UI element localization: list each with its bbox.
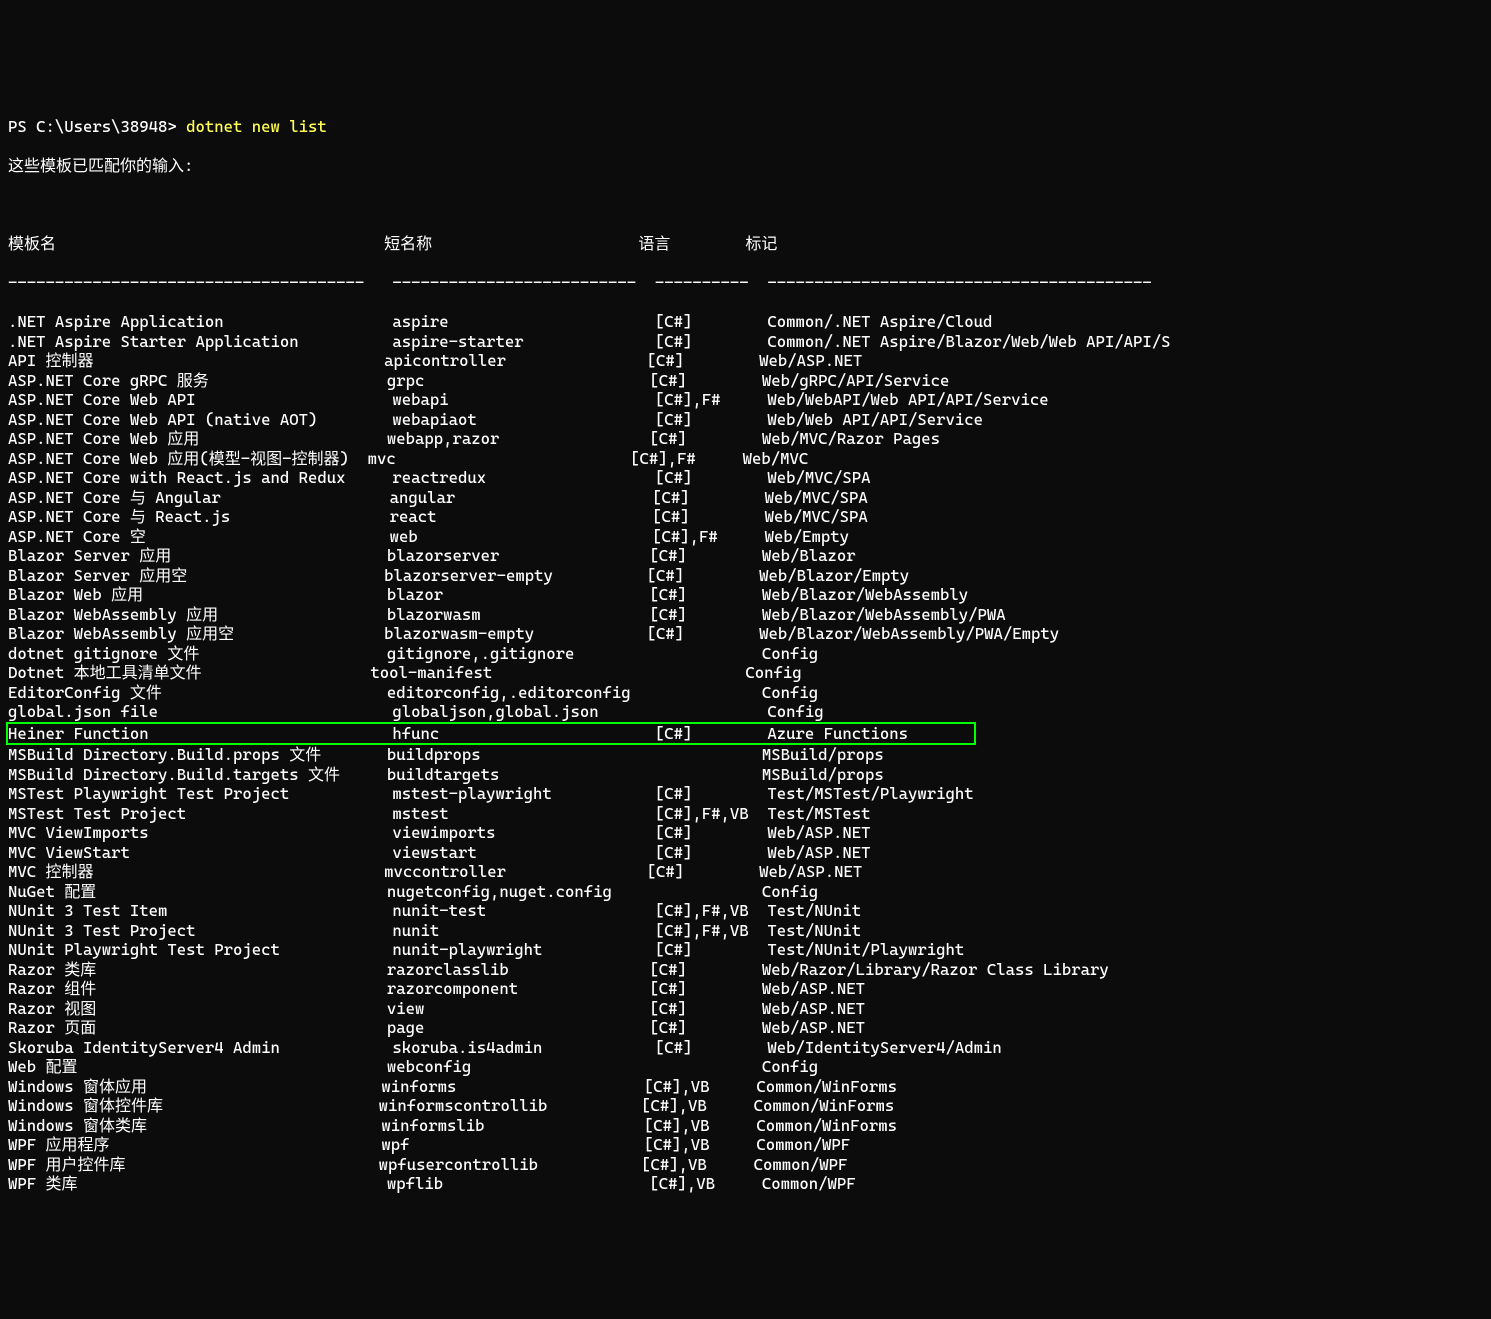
template-row: NUnit 3 Test Project nunit [C#],F#,VB Te… [8, 921, 1483, 941]
template-row: ASP.NET Core gRPC 服务 grpc [C#] Web/gRPC/… [8, 371, 1483, 391]
template-row: global.json file globaljson,global.json … [8, 702, 1483, 722]
template-row: WPF 应用程序 wpf [C#],VB Common/WPF [8, 1135, 1483, 1155]
template-row: Windows 窗体类库 winformslib [C#],VB Common/… [8, 1116, 1483, 1136]
template-row: MSBuild Directory.Build.props 文件 buildpr… [8, 745, 1483, 765]
prompt-prefix: PS C:\Users\38948> [8, 117, 186, 136]
template-row: API 控制器 apicontroller [C#] Web/ASP.NET [8, 351, 1483, 371]
template-row: Skoruba IdentityServer4 Admin skoruba.is… [8, 1038, 1483, 1058]
template-row: MVC ViewStart viewstart [C#] Web/ASP.NET [8, 843, 1483, 863]
template-row: Web 配置 webconfig Config [8, 1057, 1483, 1077]
template-row: MSTest Test Project mstest [C#],F#,VB Te… [8, 804, 1483, 824]
template-row: MSBuild Directory.Build.targets 文件 build… [8, 765, 1483, 785]
template-row-highlighted: Heiner Function hfunc [C#] Azure Functio… [6, 722, 976, 746]
command-text: dotnet new list [186, 117, 327, 136]
template-row: ASP.NET Core Web API (native AOT) webapi… [8, 410, 1483, 430]
template-row: ASP.NET Core Web 应用 webapp,razor [C#] We… [8, 429, 1483, 449]
template-row: MVC 控制器 mvccontroller [C#] Web/ASP.NET [8, 862, 1483, 882]
template-row: .NET Aspire Application aspire [C#] Comm… [8, 312, 1483, 332]
template-row: Razor 页面 page [C#] Web/ASP.NET [8, 1018, 1483, 1038]
template-row: Windows 窗体控件库 winformscontrollib [C#],VB… [8, 1096, 1483, 1116]
template-rows: .NET Aspire Application aspire [C#] Comm… [8, 312, 1483, 1194]
template-row: Windows 窗体应用 winforms [C#],VB Common/Win… [8, 1077, 1483, 1097]
template-row: Dotnet 本地工具清单文件 tool-manifest Config [8, 663, 1483, 683]
template-row: MVC ViewImports viewimports [C#] Web/ASP… [8, 823, 1483, 843]
template-row: WPF 用户控件库 wpfusercontrollib [C#],VB Comm… [8, 1155, 1483, 1175]
prompt-line: PS C:\Users\38948> dotnet new list [8, 117, 1483, 137]
template-row: NUnit Playwright Test Project nunit-play… [8, 940, 1483, 960]
template-row: EditorConfig 文件 editorconfig,.editorconf… [8, 683, 1483, 703]
template-row: Razor 类库 razorclasslib [C#] Web/Razor/Li… [8, 960, 1483, 980]
template-row: dotnet gitignore 文件 gitignore,.gitignore… [8, 644, 1483, 664]
template-row: MSTest Playwright Test Project mstest-pl… [8, 784, 1483, 804]
template-row: ASP.NET Core Web API webapi [C#],F# Web/… [8, 390, 1483, 410]
template-row: Razor 组件 razorcomponent [C#] Web/ASP.NET [8, 979, 1483, 999]
terminal-output: PS C:\Users\38948> dotnet new list 这些模板已… [0, 98, 1491, 1222]
template-row: ASP.NET Core 空 web [C#],F# Web/Empty [8, 527, 1483, 547]
header-row: 模板名 短名称 语言 标记 [8, 234, 1483, 254]
template-row: Blazor Web 应用 blazor [C#] Web/Blazor/Web… [8, 585, 1483, 605]
template-row: Blazor WebAssembly 应用 blazorwasm [C#] We… [8, 605, 1483, 625]
template-row: Blazor Server 应用空 blazorserver-empty [C#… [8, 566, 1483, 586]
template-row: .NET Aspire Starter Application aspire-s… [8, 332, 1483, 352]
template-row: Razor 视图 view [C#] Web/ASP.NET [8, 999, 1483, 1019]
template-row: ASP.NET Core 与 Angular angular [C#] Web/… [8, 488, 1483, 508]
template-row: Blazor WebAssembly 应用空 blazorwasm-empty … [8, 624, 1483, 644]
template-row: ASP.NET Core with React.js and Redux rea… [8, 468, 1483, 488]
dash-row: -------------------------------------- -… [8, 273, 1483, 293]
template-row: NuGet 配置 nugetconfig,nuget.config Config [8, 882, 1483, 902]
template-row: NUnit 3 Test Item nunit-test [C#],F#,VB … [8, 901, 1483, 921]
template-row: Blazor Server 应用 blazorserver [C#] Web/B… [8, 546, 1483, 566]
template-row: WPF 类库 wpflib [C#],VB Common/WPF [8, 1174, 1483, 1194]
template-row: ASP.NET Core Web 应用(模型-视图-控制器) mvc [C#],… [8, 449, 1483, 469]
template-row: ASP.NET Core 与 React.js react [C#] Web/M… [8, 507, 1483, 527]
match-message: 这些模板已匹配你的输入: [8, 156, 1483, 176]
blank-line [8, 195, 1483, 215]
